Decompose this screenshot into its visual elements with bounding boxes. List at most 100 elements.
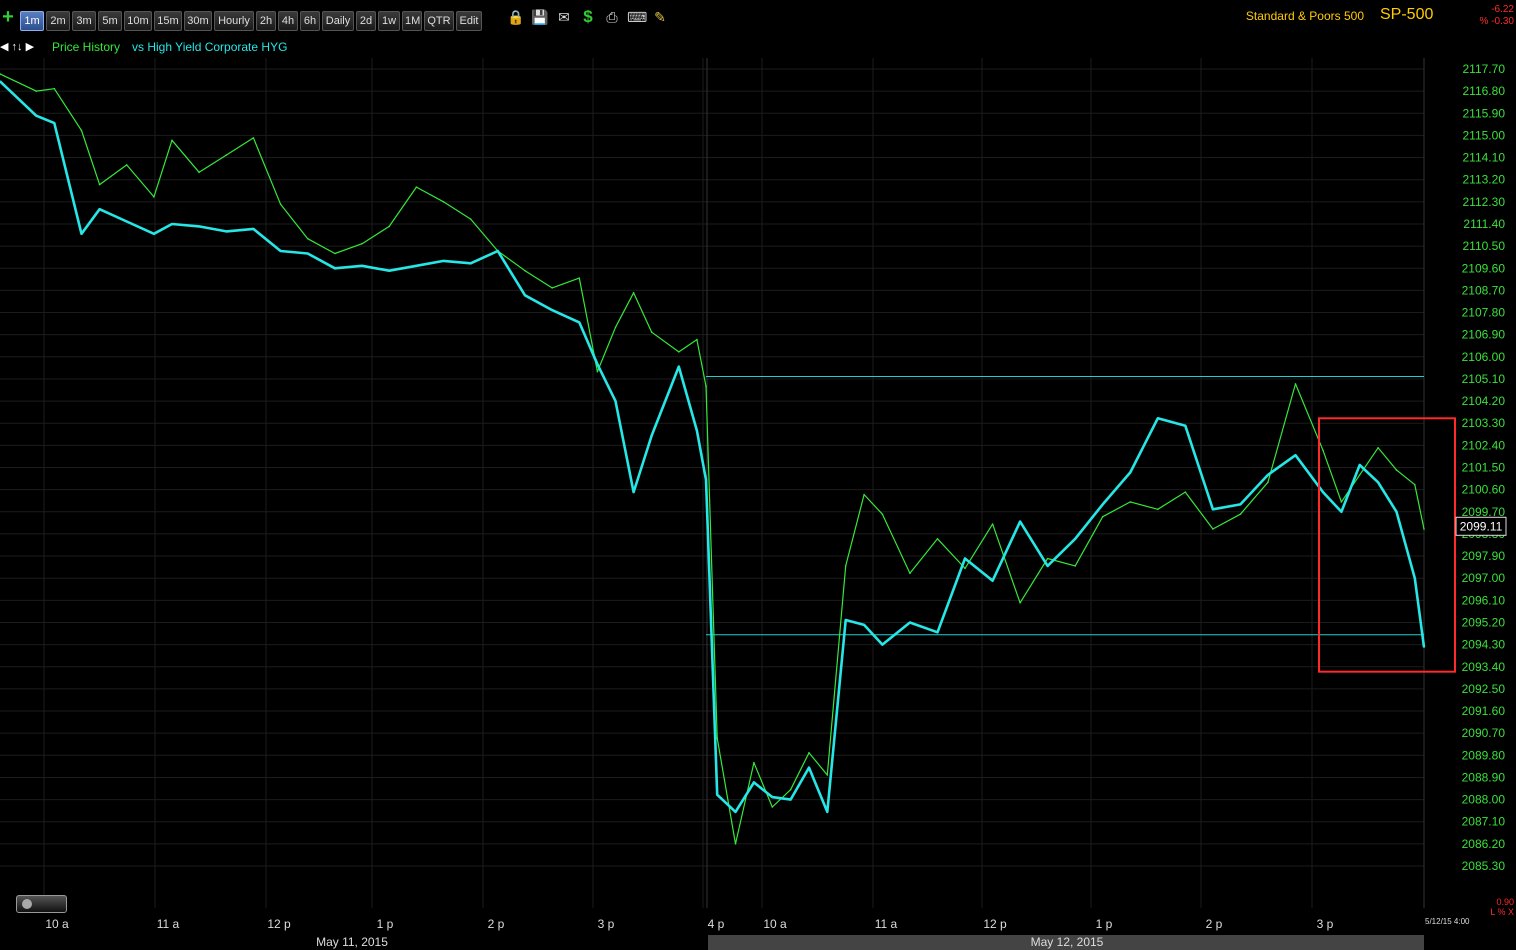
data-point [153, 196, 155, 198]
data-point [279, 203, 282, 206]
data-point [469, 262, 472, 265]
data-point [1423, 528, 1425, 530]
data-point [198, 171, 200, 174]
y-tick-label: 2086.20 [1462, 837, 1506, 851]
data-point [98, 208, 101, 211]
y-tick-label: 2092.50 [1462, 682, 1506, 696]
x-tick-label: 2 p [1206, 917, 1223, 931]
data-point [1395, 469, 1398, 471]
data-point [361, 242, 363, 245]
data-point [1423, 646, 1425, 648]
data-point [442, 201, 445, 203]
x-tick-label: 12 p [983, 917, 1007, 931]
date-stamp: 5/12/15 4:00 [1425, 917, 1470, 926]
data-point [1129, 471, 1132, 474]
y-tick-label: 2103.30 [1462, 416, 1506, 430]
data-point [53, 87, 56, 90]
data-point [734, 843, 737, 845]
axis-controls[interactable]: 0.90 L % X [1490, 897, 1514, 917]
chart-scroll-thumb[interactable] [16, 895, 67, 913]
data-point [1267, 474, 1269, 476]
data-point [125, 164, 128, 166]
y-tick-label: 2102.40 [1462, 438, 1506, 452]
data-point [1101, 515, 1104, 518]
data-point [524, 294, 526, 297]
data-point [909, 621, 911, 624]
data-point [1377, 447, 1379, 449]
axis-control-label: L % X [1490, 907, 1514, 917]
y-tick-label: 2105.10 [1462, 372, 1506, 386]
x-tick-label: 1 p [377, 917, 394, 931]
data-point [596, 363, 599, 365]
data-point [1046, 565, 1049, 567]
data-point [863, 493, 865, 496]
data-point [361, 264, 363, 267]
data-point [678, 351, 680, 353]
data-point [225, 230, 228, 233]
x-tick-label: 3 p [598, 917, 615, 931]
data-point [1156, 417, 1159, 420]
data-point [964, 557, 966, 560]
data-point [171, 139, 173, 142]
data-point [909, 572, 911, 575]
data-point [964, 567, 966, 570]
data-point [415, 186, 418, 188]
data-point [936, 538, 939, 540]
data-point [678, 365, 680, 368]
data-point [614, 400, 617, 402]
data-point [753, 761, 755, 764]
data-point [1267, 481, 1269, 484]
data-point [306, 252, 309, 255]
data-point [306, 237, 309, 240]
y-tick-label: 2099.70 [1462, 505, 1506, 519]
data-point [696, 338, 698, 341]
data-point [650, 434, 653, 437]
data-point [844, 619, 847, 621]
data-point [789, 798, 792, 801]
data-point [1322, 491, 1324, 493]
y-tick-label: 2113.20 [1463, 173, 1506, 187]
x-tick-label: 10 a [45, 917, 69, 931]
data-point [826, 811, 829, 813]
data-point [35, 114, 38, 117]
data-point [153, 233, 155, 235]
last-price-label: 2099.11 [1460, 519, 1503, 533]
data-point [524, 269, 526, 272]
x-tick-label: 1 p [1096, 917, 1113, 931]
data-point [1395, 510, 1398, 513]
data-point [716, 737, 718, 739]
x-tick-label: 2 p [488, 917, 505, 931]
y-tick-label: 2087.10 [1462, 815, 1506, 829]
data-point [497, 250, 499, 252]
data-point [53, 122, 56, 124]
axis-control-value: 0.90 [1496, 897, 1514, 907]
data-point [1414, 577, 1416, 579]
data-point [936, 631, 939, 634]
data-point [991, 579, 994, 582]
data-point [991, 523, 994, 525]
data-point [551, 309, 553, 311]
data-point [734, 811, 737, 813]
y-tick-label: 2106.90 [1462, 328, 1506, 342]
y-tick-label: 2097.90 [1462, 549, 1506, 563]
data-point [1184, 424, 1187, 427]
y-tick-label: 2100.60 [1462, 483, 1506, 497]
y-tick-label: 2115.00 [1463, 128, 1506, 142]
data-point [614, 326, 617, 329]
plot-area [0, 58, 1424, 908]
data-point [632, 292, 635, 294]
data-point [1358, 464, 1361, 466]
data-point [1414, 483, 1416, 486]
data-point [1019, 520, 1021, 523]
data-point [171, 223, 173, 225]
y-tick-label: 2108.70 [1462, 283, 1506, 297]
data-point [1239, 503, 1242, 506]
y-tick-label: 2085.30 [1462, 859, 1506, 873]
y-tick-label: 2093.40 [1462, 660, 1506, 674]
data-point [1239, 513, 1242, 516]
data-point [705, 385, 707, 388]
data-point [279, 250, 282, 252]
price-chart[interactable]: 10 a 11 a 12 p 1 p 2 p 3 p 4 p 10 a 11 a 12 p 1 p 2… [0, 0, 1516, 950]
y-tick-label: 2089.80 [1462, 748, 1506, 762]
y-tick-label: 2106.00 [1462, 350, 1506, 364]
